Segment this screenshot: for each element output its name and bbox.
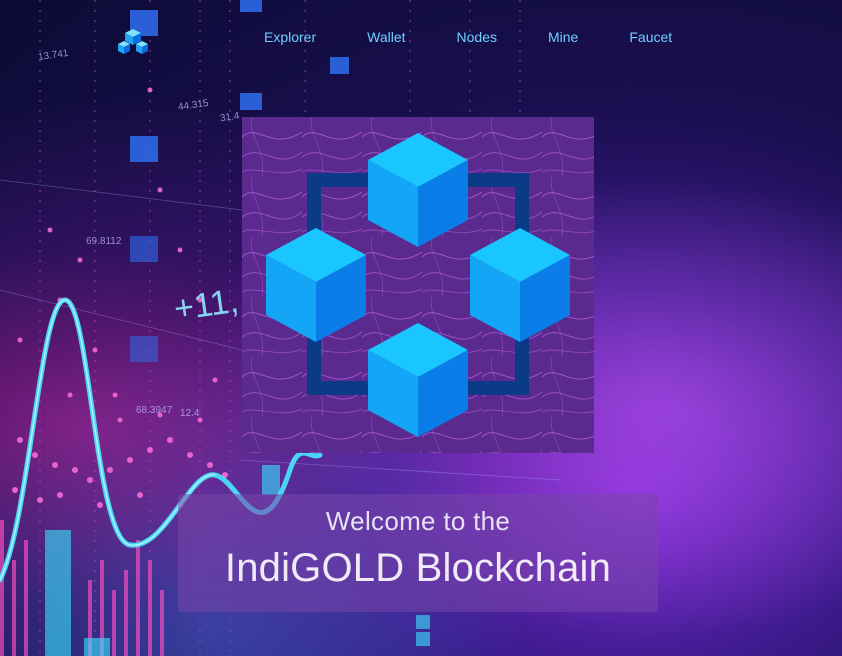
- logo-cubes-icon[interactable]: [116, 27, 150, 61]
- background-number-6: 12.4: [180, 408, 200, 419]
- main-nav: Explorer Wallet Nodes Mine Faucet: [264, 29, 672, 45]
- welcome-banner: Welcome to the IndiGOLD Blockchain: [178, 494, 658, 612]
- background-number-5: 68.3947: [136, 405, 173, 416]
- nav-wallet[interactable]: Wallet: [367, 29, 405, 45]
- nav-explorer[interactable]: Explorer: [264, 29, 316, 45]
- welcome-line: Welcome to the: [325, 506, 511, 536]
- nav-nodes[interactable]: Nodes: [457, 29, 497, 45]
- nav-mine[interactable]: Mine: [548, 29, 578, 45]
- blockchain-hero-image: [242, 117, 594, 453]
- nav-faucet[interactable]: Faucet: [629, 29, 672, 45]
- background-number-4: 69.8112: [86, 236, 122, 247]
- page-title: IndiGOLD Blockchain: [224, 546, 612, 590]
